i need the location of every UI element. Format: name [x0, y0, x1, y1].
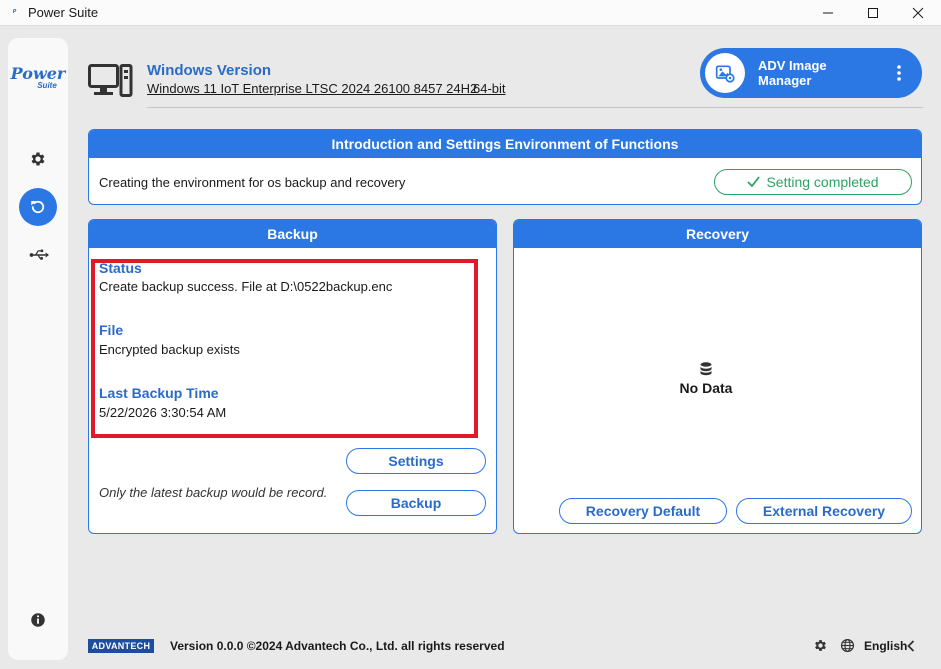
intro-card-title: Introduction and Settings Environment of…	[89, 130, 921, 158]
backup-card-title: Backup	[89, 220, 496, 248]
header-divider	[147, 107, 923, 108]
gear-icon	[31, 152, 45, 166]
backup-note: Only the latest backup would be record.	[99, 485, 328, 500]
sidebar-item-settings[interactable]	[19, 140, 57, 178]
language-selector[interactable]: English	[864, 639, 907, 653]
chevron-left-icon[interactable]	[907, 640, 915, 652]
recovery-card-title: Recovery	[514, 220, 921, 248]
setting-status-badge: Setting completed	[714, 169, 912, 195]
setting-status-text: Setting completed	[766, 174, 879, 190]
maximize-icon	[868, 8, 878, 18]
highlight-box	[91, 259, 478, 438]
info-icon	[31, 613, 45, 627]
title-bar: P Power Suite	[0, 0, 941, 26]
globe-icon[interactable]	[840, 638, 855, 653]
database-icon	[700, 362, 712, 376]
sidebar: Power Suite	[8, 38, 68, 660]
image-manager-icon	[705, 53, 745, 93]
advantech-logo: ADVANTECH	[88, 639, 154, 653]
recovery-card: Recovery No Data Recovery Default Extern…	[513, 219, 922, 534]
recovery-default-button[interactable]: Recovery Default	[559, 498, 727, 524]
check-icon	[747, 170, 761, 194]
footer-version-text: Version 0.0.0 ©2024 Advantech Co., Ltd. …	[170, 639, 505, 653]
close-button[interactable]	[895, 0, 941, 26]
close-icon	[912, 7, 924, 19]
maximize-button[interactable]	[850, 0, 896, 26]
sidebar-item-backup-recovery[interactable]	[19, 188, 57, 226]
computer-icon	[88, 64, 133, 97]
backup-button[interactable]: Backup	[346, 490, 486, 516]
intro-card: Introduction and Settings Environment of…	[88, 129, 922, 205]
adv-image-manager-title: ADV Image Manager	[758, 58, 827, 88]
windows-version-value: Windows 11 IoT Enterprise LTSC 2024 2610…	[147, 81, 478, 96]
app-icon: P	[12, 9, 17, 15]
os-architecture: 64-bit	[473, 81, 506, 96]
external-recovery-button[interactable]: External Recovery	[736, 498, 912, 524]
window-title: Power Suite	[28, 5, 99, 20]
minimize-icon	[823, 12, 833, 14]
windows-version-label: Windows Version	[147, 62, 272, 79]
usb-icon	[29, 249, 49, 260]
backup-settings-button[interactable]: Settings	[346, 448, 486, 474]
minimize-button[interactable]	[805, 0, 851, 26]
more-vert-icon[interactable]	[892, 64, 906, 82]
recovery-empty-text: No Data	[679, 380, 733, 396]
adv-image-manager-button[interactable]: ADV Image Manager	[700, 48, 922, 98]
sidebar-item-info[interactable]	[19, 601, 57, 639]
sidebar-item-usb[interactable]	[19, 236, 57, 274]
restore-icon	[31, 200, 45, 214]
power-suite-logo: Power Suite	[10, 64, 66, 90]
intro-description: Creating the environment for os backup a…	[99, 175, 406, 190]
footer-gear-icon[interactable]	[813, 638, 828, 653]
